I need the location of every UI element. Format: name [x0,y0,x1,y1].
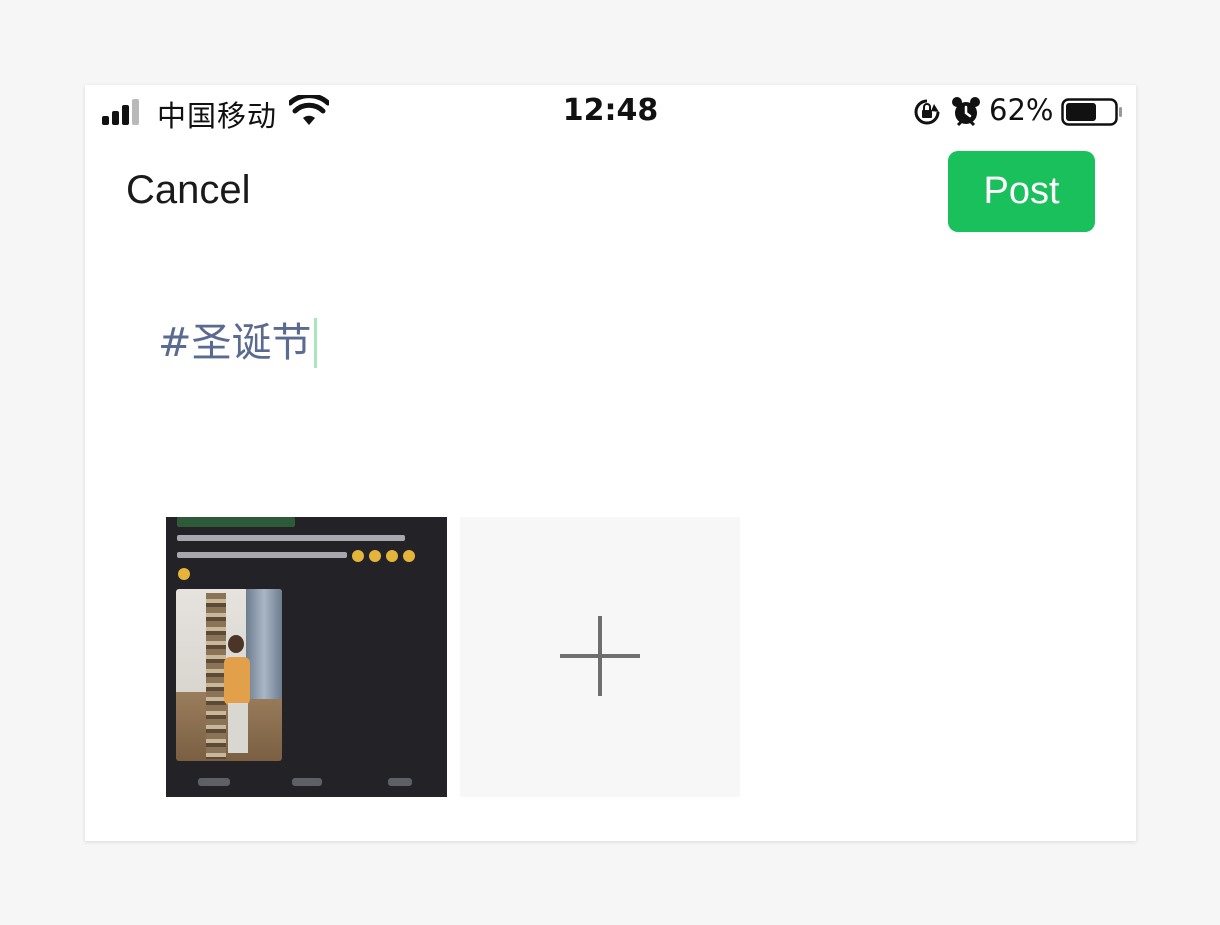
emoji-icon [403,550,415,562]
status-bar: 中国移动 12:48 62% [85,85,1136,139]
attached-image-thumbnail[interactable] [166,517,447,797]
comment-icon [292,778,322,786]
emoji-icon [369,550,381,562]
compose-text: #圣诞节 [158,320,312,366]
share-icon [388,778,412,786]
text-caret [313,318,317,368]
thumb-text-line [177,535,405,541]
thumb-photo [176,589,282,761]
alarm-icon [952,97,980,127]
thumb-text-line [177,552,347,558]
thumb-tag [177,517,295,527]
battery-icon [1061,98,1122,126]
compose-moment-screen: 中国移动 12:48 62% Cancel Post #圣诞节 [85,85,1136,841]
compose-text-input[interactable]: #圣诞节 [158,315,317,371]
emoji-icon [386,550,398,562]
orientation-lock-icon [914,99,940,125]
cancel-button[interactable]: Cancel [126,168,251,213]
like-icon [198,778,230,786]
battery-percentage: 62% [989,93,1054,127]
add-media-button[interactable] [460,517,740,797]
thumb-action-bar [166,775,447,789]
emoji-icon [352,550,364,562]
post-button[interactable]: Post [948,151,1095,232]
emoji-icon [178,568,190,580]
